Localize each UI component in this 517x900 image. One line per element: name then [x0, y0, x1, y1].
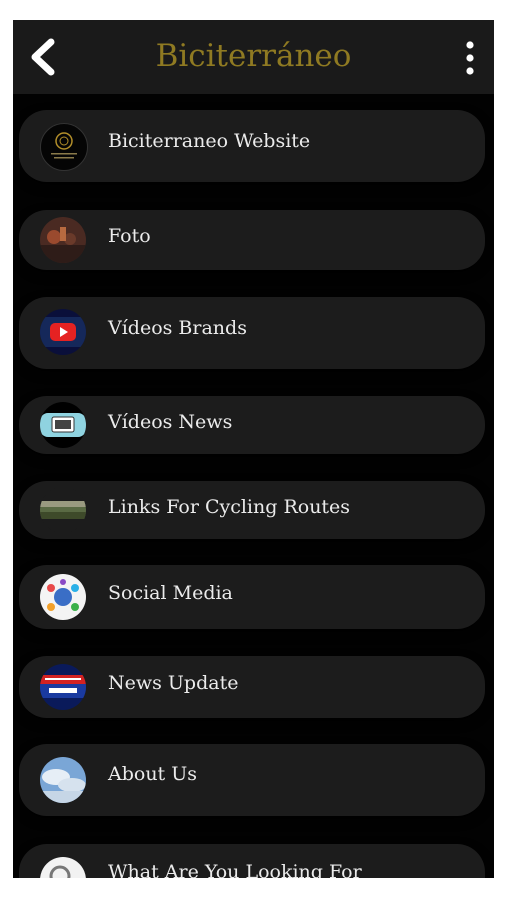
app-screen: Biciterráneo Biciterraneo Website Foto V… — [13, 20, 494, 878]
search-icon — [40, 857, 86, 878]
menu-item-label: News Update — [108, 672, 239, 694]
about-us-icon — [40, 757, 86, 803]
menu-item-news-update[interactable]: News Update — [19, 656, 485, 718]
menu-item-search[interactable]: What Are You Looking For — [19, 844, 485, 878]
photo-icon — [40, 217, 86, 263]
menu-item-label: Biciterraneo Website — [108, 130, 311, 152]
menu-item-foto[interactable]: Foto — [19, 210, 485, 270]
menu-item-videos-news[interactable]: Vídeos News — [19, 396, 485, 454]
menu-item-social-media[interactable]: Social Media — [19, 565, 485, 629]
menu-item-videos-brands[interactable]: Vídeos Brands — [19, 297, 485, 369]
app-bar: Biciterráneo — [13, 20, 494, 94]
cycling-routes-icon — [40, 487, 86, 533]
menu-item-label: Vídeos News — [108, 411, 233, 433]
video-news-icon — [40, 402, 86, 448]
menu-item-label: Social Media — [108, 582, 233, 604]
menu-item-label: Vídeos Brands — [108, 317, 247, 339]
menu-item-cycling-routes[interactable]: Links For Cycling Routes — [19, 481, 485, 539]
breaking-news-icon — [40, 664, 86, 710]
youtube-icon — [40, 309, 86, 355]
menu-item-label: Links For Cycling Routes — [108, 496, 351, 518]
more-vert-icon[interactable] — [460, 40, 480, 76]
menu-item-label: What Are You Looking For — [108, 861, 362, 878]
social-media-icon — [40, 574, 86, 620]
menu-item-label: Foto — [108, 225, 151, 247]
website-logo-icon — [40, 123, 88, 171]
app-title: Biciterráneo — [155, 38, 352, 74]
menu-item-website[interactable]: Biciterraneo Website — [19, 110, 485, 182]
menu-item-label: About Us — [108, 763, 197, 785]
menu-item-about-us[interactable]: About Us — [19, 744, 485, 816]
